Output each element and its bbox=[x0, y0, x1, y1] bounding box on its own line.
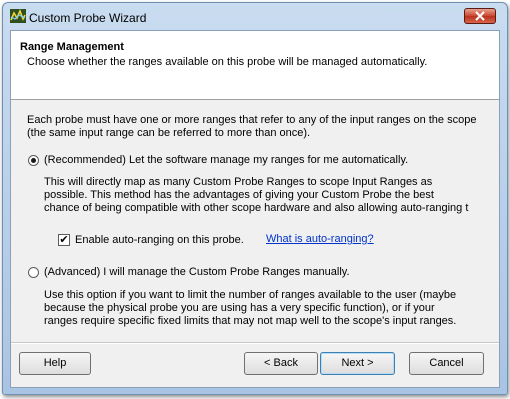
page-title: Range Management bbox=[20, 41, 124, 53]
cancel-button[interactable]: Cancel bbox=[409, 352, 484, 375]
wizard-window: Custom Probe Wizard Range Management Cho… bbox=[2, 2, 508, 395]
title-bar[interactable]: Custom Probe Wizard bbox=[3, 3, 507, 30]
probe-wizard-icon bbox=[10, 9, 26, 23]
auto-description-line: This will directly map as many Custom Pr… bbox=[44, 176, 433, 188]
close-button[interactable] bbox=[464, 8, 496, 24]
radio-auto-manage-label[interactable]: (Recommended) Let the software manage my… bbox=[44, 154, 408, 167]
manual-description-line: because the physical probe you are using… bbox=[44, 302, 435, 314]
manual-description-line: ranges require specific fixed limits tha… bbox=[44, 315, 457, 327]
radio-auto-manage[interactable] bbox=[28, 155, 39, 166]
help-button[interactable]: Help bbox=[19, 352, 91, 375]
footer-divider bbox=[11, 342, 499, 344]
radio-manual-manage-label[interactable]: (Advanced) I will manage the Custom Prob… bbox=[44, 266, 350, 279]
what-is-auto-ranging-link[interactable]: What is auto-ranging? bbox=[266, 233, 374, 245]
wizard-client-area: Range Management Choose whether the rang… bbox=[10, 30, 500, 388]
radio-manual-manage[interactable] bbox=[28, 267, 39, 278]
auto-ranging-checkbox[interactable]: ✔ bbox=[58, 234, 70, 246]
window-title: Custom Probe Wizard bbox=[29, 11, 147, 25]
intro-text: Each probe must have one or more ranges … bbox=[27, 114, 477, 139]
auto-ranging-checkbox-label[interactable]: Enable auto-ranging on this probe. bbox=[75, 234, 244, 246]
close-icon bbox=[475, 11, 485, 21]
next-button[interactable]: Next > bbox=[320, 352, 395, 375]
auto-description-line: chance of being compatible with other sc… bbox=[44, 202, 469, 214]
back-button[interactable]: < Back bbox=[244, 352, 318, 375]
manual-description-line: Use this option if you want to limit the… bbox=[44, 289, 457, 301]
wizard-header: Range Management Choose whether the rang… bbox=[11, 31, 499, 100]
page-subtitle: Choose whether the ranges available on t… bbox=[27, 56, 428, 68]
checkmark-icon: ✔ bbox=[59, 234, 69, 246]
auto-description-line: possible. This method has the advantages… bbox=[44, 189, 434, 201]
